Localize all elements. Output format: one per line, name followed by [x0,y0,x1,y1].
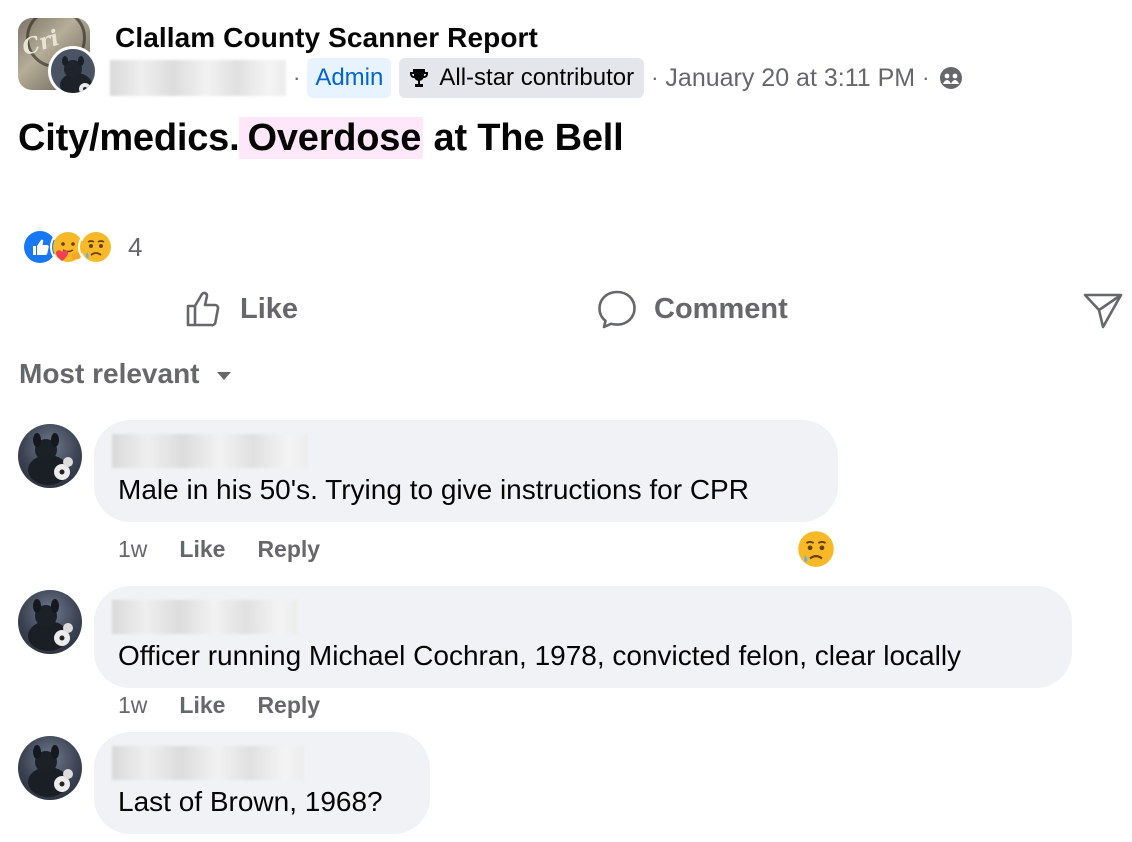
meta-separator: · [293,65,301,90]
commenter-name-redacted[interactable] [112,746,304,780]
comment-reply-button[interactable]: Reply [257,692,320,719]
comment-meta: 1w Like Reply [118,536,320,563]
comment-bubble: Officer running Michael Cochran, 1978, c… [94,586,1072,688]
author-name-redacted[interactable] [110,60,286,96]
comment-time[interactable]: 1w [118,692,147,719]
commenter-name-redacted[interactable] [112,600,298,634]
comment-button[interactable]: Comment [596,286,788,332]
all-star-badge[interactable]: All-star contributor [399,58,645,98]
share-icon [1083,293,1123,329]
author-avatar[interactable] [48,46,98,96]
comment-bubble: Last of Brown, 1968? [94,732,430,834]
commenter-avatar[interactable] [18,424,82,488]
caret-down-icon [216,372,231,380]
sad-icon[interactable] [797,530,835,568]
dog-avatar-image [51,49,95,93]
highlighted-keyword: Overdose [239,117,424,159]
dog-avatar-image [28,433,73,485]
group-audience-icon [938,65,964,91]
comment-bubble: Male in his 50's. Trying to give instruc… [94,420,838,522]
reactions-summary[interactable]: 4 [22,228,142,266]
admin-badge[interactable]: Admin [307,58,392,98]
post-body: City/medics. Overdose at The Bell [18,117,624,160]
commenter-avatar[interactable] [18,590,82,654]
reaction-count: 4 [128,231,143,262]
post-timestamp[interactable]: January 20 at 3:11 PM [665,64,915,93]
dog-avatar-image [28,599,73,651]
post-text-start: City/medics. [18,117,240,159]
comment-reply-button[interactable]: Reply [257,536,320,563]
commenter-name-redacted[interactable] [112,434,308,468]
thumbs-up-icon [186,291,220,327]
post-container: Cri Clallam County Scanner Report · Admi… [0,0,1132,842]
comment-text: Last of Brown, 1968? [118,786,383,817]
trophy-icon [410,69,429,87]
comment-like-button[interactable]: Like [179,692,225,719]
like-button[interactable]: Like [184,286,298,332]
comment-icon [598,290,636,329]
like-label: Like [240,292,299,325]
post-meta-row: · Admin All-star contributor · January 2… [110,58,964,98]
comment-text: Male in his 50's. Trying to give instruc… [118,474,749,505]
group-name[interactable]: Clallam County Scanner Report [115,22,538,54]
comment-meta: 1w Like Reply [118,692,320,719]
post-text-end: at The Bell [433,117,624,159]
comment-label: Comment [654,292,788,325]
commenter-avatar[interactable] [18,736,82,800]
meta-separator: · [922,65,930,90]
comment-sort-dropdown[interactable]: Most relevant [19,358,232,390]
all-star-label: All-star contributor [439,64,635,91]
comment-time[interactable]: 1w [118,536,147,563]
meta-separator: · [651,65,659,90]
share-button[interactable] [1082,286,1132,332]
comment-like-button[interactable]: Like [179,536,225,563]
dog-avatar-image [28,745,73,797]
comment-text: Officer running Michael Cochran, 1978, c… [118,640,962,671]
sort-label: Most relevant [19,358,200,389]
sad-icon [78,229,114,265]
